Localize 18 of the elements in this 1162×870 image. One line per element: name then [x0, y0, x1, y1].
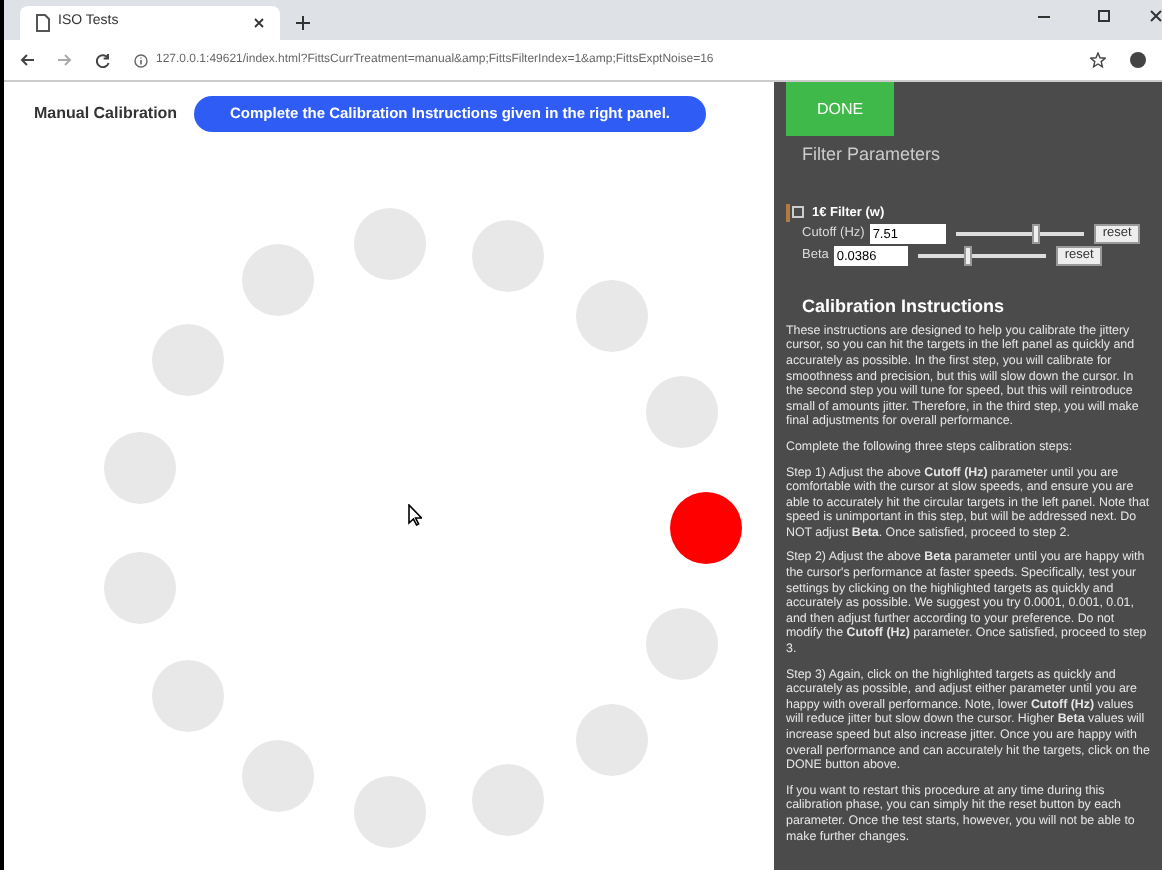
maximize-icon[interactable]	[1098, 10, 1110, 22]
profile-icon[interactable]	[1130, 52, 1146, 68]
reload-icon[interactable]	[96, 53, 110, 67]
close-icon[interactable]	[254, 18, 264, 28]
info-icon	[134, 53, 148, 67]
star-icon[interactable]	[1090, 52, 1106, 68]
close-icon[interactable]	[1150, 10, 1162, 22]
instructions-title: Calibration Instructions	[800, 294, 1007, 321]
checkbox[interactable]	[792, 206, 804, 219]
cursor-icon	[408, 504, 422, 526]
panel-title: Manual Calibration	[34, 102, 178, 126]
page-icon	[36, 14, 50, 32]
forward-icon[interactable]	[58, 54, 72, 66]
slider-thumb[interactable]	[963, 246, 972, 267]
section-title: Filter Parameters	[800, 142, 943, 168]
new-tab-icon[interactable]	[296, 16, 310, 30]
slider-thumb[interactable]	[1031, 224, 1040, 245]
back-icon[interactable]	[20, 54, 34, 66]
